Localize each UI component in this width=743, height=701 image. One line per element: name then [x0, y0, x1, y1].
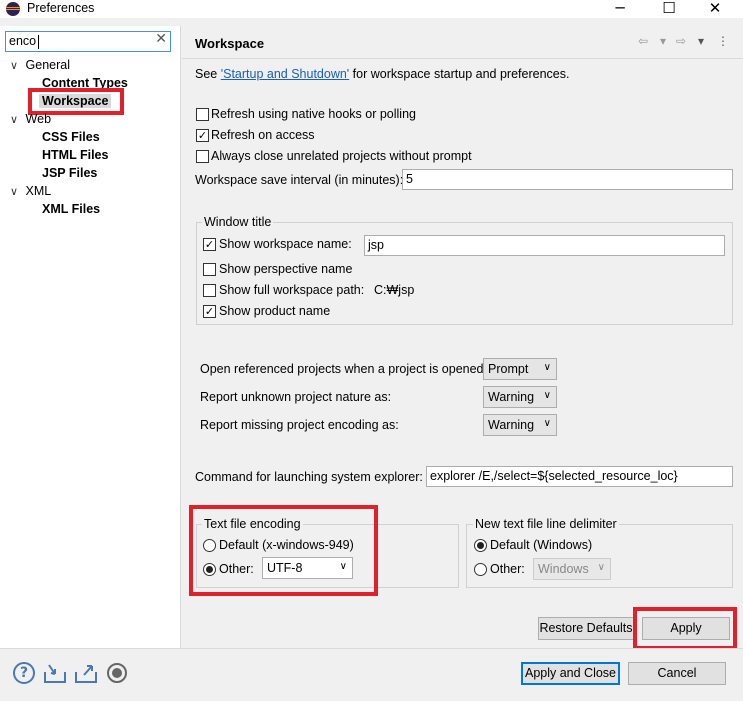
tree-item-css-files[interactable]: CSS Files: [42, 130, 100, 144]
clear-filter-icon[interactable]: ✕: [155, 31, 167, 47]
maximize-button[interactable]: ☐: [646, 0, 692, 18]
back-arrow-icon[interactable]: ⇦: [638, 34, 648, 48]
window-title: Preferences: [27, 1, 95, 15]
tree-item-jsp-files[interactable]: JSP Files: [42, 166, 97, 180]
chevron-down-icon: ∨: [597, 562, 605, 573]
refresh-access-checkbox[interactable]: ✓: [196, 129, 209, 142]
minimize-button[interactable]: ─: [597, 0, 643, 18]
save-interval-label: Workspace save interval (in minutes):: [195, 173, 404, 187]
startup-shutdown-link[interactable]: 'Startup and Shutdown': [221, 67, 349, 81]
delimiter-other-label: Other:: [490, 562, 525, 576]
apply-and-close-button[interactable]: Apply and Close: [521, 662, 620, 685]
export-icon[interactable]: [74, 662, 98, 684]
open-referenced-label: Open referenced projects when a project …: [200, 362, 487, 376]
report-unknown-select[interactable]: Warning ∨: [483, 386, 557, 408]
workspace-path-value: C:₩jsp: [374, 283, 415, 297]
chevron-down-icon: ∨: [543, 362, 551, 373]
tree-item-html-files[interactable]: HTML Files: [42, 148, 108, 162]
expand-arrow-icon[interactable]: ∨: [10, 59, 18, 72]
expand-arrow-icon[interactable]: ∨: [10, 185, 18, 198]
highlight-box-apply: [633, 607, 737, 650]
restore-defaults-button[interactable]: Restore Defaults: [538, 617, 634, 640]
title-bar: Preferences ─ ☐ ✕: [0, 0, 743, 18]
tree-node-general[interactable]: ∨ General: [10, 58, 70, 72]
workspace-name-input[interactable]: jsp: [364, 235, 725, 256]
always-close-checkbox[interactable]: [196, 150, 209, 163]
tree-node-xml[interactable]: ∨ XML: [10, 184, 51, 198]
open-referenced-select[interactable]: Prompt ∨: [483, 358, 557, 380]
intro-text: See 'Startup and Shutdown' for workspace…: [195, 67, 569, 81]
refresh-native-checkbox[interactable]: [196, 108, 209, 121]
page-title: Workspace: [195, 36, 265, 51]
delimiter-value: Windows: [538, 562, 589, 576]
filter-input[interactable]: enco ✕: [5, 31, 171, 52]
show-workspace-name-checkbox[interactable]: ✓: [203, 238, 216, 251]
tree-node-web[interactable]: ∨ Web: [10, 112, 51, 126]
report-missing-label: Report missing project encoding as:: [200, 418, 399, 432]
delimiter-default-radio[interactable]: [474, 539, 487, 552]
show-product-label: Show product name: [219, 304, 331, 318]
delimiter-select: Windows ∨: [533, 558, 611, 580]
record-icon[interactable]: [106, 662, 128, 684]
intro-suffix: for workspace startup and preferences.: [349, 67, 570, 81]
close-button[interactable]: ✕: [692, 0, 738, 18]
forward-menu-icon[interactable]: ▾: [698, 34, 704, 48]
title-separator: [182, 58, 743, 59]
explorer-command-input[interactable]: explorer /E,/select=${selected_resource_…: [426, 466, 733, 487]
tree-label-web: Web: [25, 112, 52, 126]
import-icon[interactable]: [43, 662, 67, 684]
cancel-button[interactable]: Cancel: [628, 662, 726, 685]
report-missing-select[interactable]: Warning ∨: [483, 414, 557, 436]
tree-label-general: General: [25, 58, 71, 72]
highlight-box-workspace: [28, 88, 124, 115]
help-icon[interactable]: ?: [13, 662, 35, 684]
forward-arrow-icon[interactable]: ⇨: [676, 34, 686, 48]
tree-label-xml: XML: [25, 184, 52, 198]
show-product-checkbox[interactable]: ✓: [203, 305, 216, 318]
expand-arrow-icon[interactable]: ∨: [10, 113, 18, 126]
text-caret: [38, 35, 39, 49]
eclipse-logo-icon: [6, 2, 20, 16]
back-menu-icon[interactable]: ▾: [660, 34, 666, 48]
refresh-access-label: Refresh on access: [211, 128, 315, 142]
save-interval-input[interactable]: 5: [402, 169, 733, 190]
show-full-path-label: Show full workspace path:: [219, 283, 365, 297]
delimiter-default-label: Default (Windows): [490, 538, 593, 552]
chevron-down-icon: ∨: [543, 418, 551, 429]
show-workspace-name-label: Show workspace name:: [219, 237, 352, 251]
highlight-box-encoding: [189, 505, 378, 596]
delimiter-other-radio[interactable]: [474, 563, 487, 576]
report-unknown-value: Warning: [488, 390, 535, 404]
report-unknown-label: Report unknown project nature as:: [200, 390, 392, 404]
view-menu-icon[interactable]: ⋮: [717, 34, 729, 48]
refresh-native-label: Refresh using native hooks or polling: [211, 107, 416, 121]
explorer-command-label: Command for launching system explorer:: [195, 470, 423, 484]
report-missing-value: Warning: [488, 418, 535, 432]
show-full-path-checkbox[interactable]: [203, 284, 216, 297]
window-title-group-title: Window title: [202, 215, 274, 229]
tree-item-xml-files[interactable]: XML Files: [42, 202, 100, 216]
always-close-label: Always close unrelated projects without …: [211, 149, 472, 163]
show-perspective-label: Show perspective name: [219, 262, 353, 276]
open-referenced-value: Prompt: [488, 362, 529, 376]
chevron-down-icon: ∨: [543, 390, 551, 401]
intro-prefix: See: [195, 67, 221, 81]
show-perspective-checkbox[interactable]: [203, 263, 216, 276]
line-delimiter-title: New text file line delimiter: [473, 517, 619, 531]
filter-text: enco: [9, 34, 37, 48]
